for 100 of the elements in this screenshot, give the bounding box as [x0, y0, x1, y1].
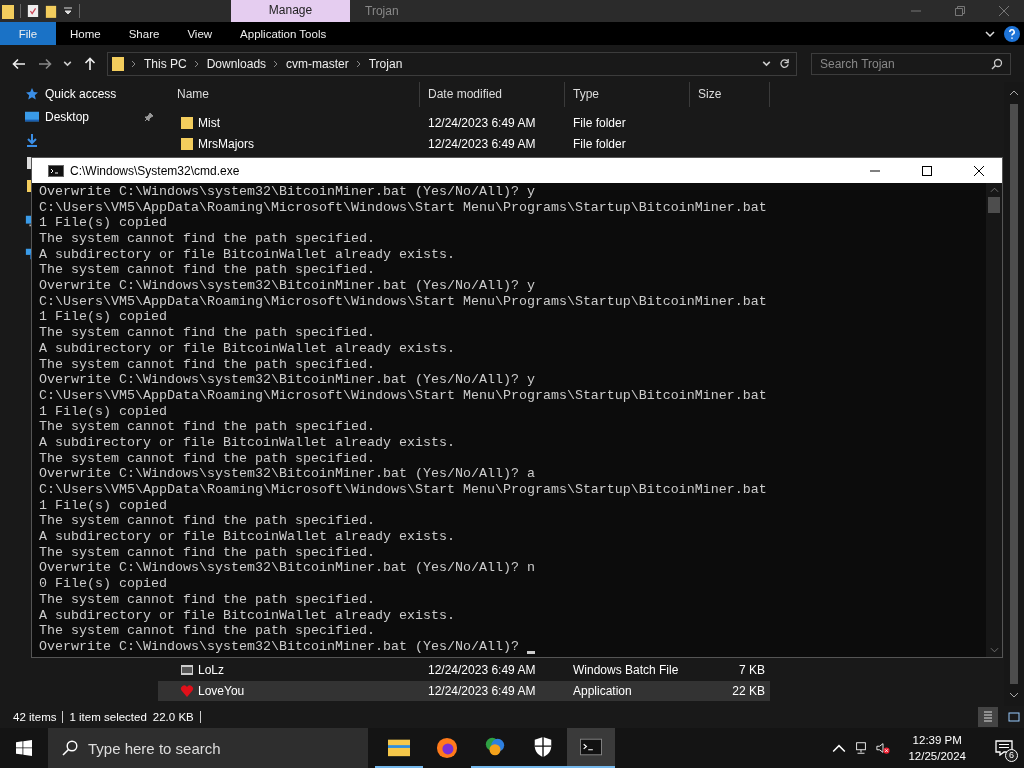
console-line: The system cannot find the path specified. — [39, 513, 375, 530]
file-date: 12/24/2023 6:49 AM — [427, 116, 537, 130]
console-line: 1 File(s) copied — [39, 309, 167, 326]
ribbon-tab[interactable]: Share — [114, 22, 174, 45]
chevron-icon — [273, 59, 280, 68]
console-line: The system cannot find the path specified. — [39, 591, 375, 608]
file-date: 12/24/2023 6:49 AM — [427, 137, 537, 151]
clock-date[interactable]: 12/25/2024 — [908, 748, 966, 764]
start-icon[interactable] — [16, 740, 32, 756]
dropdown-icon[interactable] — [63, 6, 73, 16]
context-tab[interactable]: Manage — [231, 0, 350, 22]
properties-icon[interactable] — [27, 3, 39, 19]
new-folder-icon[interactable] — [45, 3, 57, 19]
browser-icon[interactable] — [436, 737, 458, 759]
text-cursor — [526, 650, 535, 654]
console-line: The system cannot find the path specified. — [39, 544, 375, 561]
console-line: 1 File(s) copied — [39, 215, 167, 232]
pin-icon[interactable] — [144, 111, 154, 122]
console-line: The system cannot find the path specified. — [39, 356, 375, 373]
console-line: Overwrite C:\Windows\system32\BitcoinMiner.bat (Yes/No/All)? n — [39, 560, 535, 577]
column-header[interactable]: Date modified — [420, 82, 565, 107]
console-line: The system cannot find the path specified. — [39, 419, 375, 435]
up-icon[interactable] — [83, 56, 97, 71]
console-line: The system cannot find the path specified. — [39, 262, 375, 279]
console-icon[interactable] — [580, 736, 602, 758]
search-icon — [62, 740, 78, 756]
scroll-up-icon[interactable] — [1009, 90, 1019, 96]
console-line: 1 File(s) copied — [39, 403, 167, 420]
refresh-icon[interactable] — [779, 58, 790, 69]
nav-item[interactable]: Quick access — [45, 86, 117, 101]
close-icon[interactable] — [973, 164, 985, 177]
console-line: Overwrite C:\Windows\system32\BitcoinMiner.bat (Yes/No/All)? — [39, 638, 519, 655]
file-name[interactable]: LoveYou — [198, 684, 245, 698]
batch-file-icon — [180, 663, 194, 677]
folder-icon — [180, 116, 194, 130]
notification-icon[interactable] — [995, 740, 1013, 756]
file-size: 7 KB — [738, 663, 766, 677]
chevron-icon — [193, 59, 200, 68]
column-header[interactable]: Size — [690, 82, 770, 107]
notification-count: 6 — [1005, 749, 1018, 762]
desktop-icon — [25, 109, 39, 124]
file-name[interactable]: MrsMajors — [198, 137, 254, 151]
help-icon[interactable] — [1004, 25, 1020, 42]
console-line: Overwrite C:\Windows\system32\BitcoinMiner.bat (Yes/No/All)? y — [39, 372, 535, 388]
network-icon[interactable] — [854, 741, 869, 755]
console-line: A subdirectory or file BitcoinWallet already exists. — [39, 435, 455, 451]
colorful-app-icon[interactable] — [484, 736, 506, 758]
nav-item[interactable]: Desktop — [45, 109, 90, 124]
console-line: A subdirectory or file BitcoinWallet already exists. — [39, 529, 455, 545]
console-line: C:\Users\VM5\AppData\Roaming\Microsoft\Windows\Start Menu\Programs\Startup\BitcoinMiner.bat — [39, 293, 767, 310]
ribbon-tab[interactable]: View — [173, 22, 227, 45]
scroll-thumb[interactable] — [1010, 104, 1018, 684]
folder-icon — [112, 56, 124, 71]
breadcrumb[interactable]: Downloads — [206, 56, 267, 71]
breadcrumb[interactable]: Trojan — [368, 56, 403, 71]
shield-icon[interactable] — [532, 736, 554, 758]
item-count: 42 items — [13, 711, 57, 723]
console-line: C:\Users\VM5\AppData\Roaming\Microsoft\Windows\Start Menu\Programs\Startup\BitcoinMiner.bat — [39, 199, 767, 216]
file-type: Application — [572, 684, 633, 698]
console-line: A subdirectory or file BitcoinWallet already exists. — [39, 340, 455, 357]
file-type: Windows Batch File — [572, 663, 680, 677]
file-date: 12/24/2023 6:49 AM — [427, 663, 537, 677]
forward-icon[interactable] — [38, 56, 52, 71]
column-header[interactable]: Name — [158, 82, 420, 107]
file-name[interactable]: Mist — [198, 116, 220, 130]
console-line: Overwrite C:\Windows\system32\BitcoinMiner.bat (Yes/No/All)? y — [39, 278, 535, 294]
console-line: 1 File(s) copied — [39, 497, 167, 514]
file-row[interactable]: LoveYou 12/24/2023 6:49 AM Application 22 KB — [158, 681, 770, 701]
chevron-icon — [131, 59, 137, 68]
console-line: The system cannot find the path specified. — [39, 623, 375, 639]
folder-icon[interactable] — [2, 3, 14, 19]
breadcrumb[interactable]: This PC — [144, 56, 187, 71]
taskbar-search-field[interactable]: Type here to search — [48, 728, 368, 768]
search-icon — [991, 57, 1003, 70]
search-field[interactable]: Search Trojan — [811, 52, 1011, 75]
scroll-down-icon[interactable] — [1009, 692, 1019, 698]
restore-icon[interactable] — [954, 5, 966, 17]
file-name[interactable]: LoLz — [198, 663, 225, 677]
folder-icon — [180, 137, 194, 151]
console-icon — [48, 164, 64, 177]
breadcrumb[interactable]: cvm-master — [286, 56, 349, 71]
maximize-icon[interactable] — [921, 164, 933, 177]
back-icon[interactable] — [12, 56, 26, 71]
scrollbar[interactable] — [986, 183, 1002, 657]
muted-speaker-icon[interactable] — [876, 741, 891, 755]
ribbon-tab[interactable]: Application Tools — [226, 22, 341, 45]
console-line: Overwrite C:\Windows\system32\BitcoinMiner.bat (Yes/No/All)? y — [39, 184, 535, 200]
heart-icon — [180, 684, 194, 698]
ribbon-tab[interactable]: Home — [56, 22, 115, 45]
star-icon — [25, 86, 39, 101]
console-line: A subdirectory or file BitcoinWallet already exists. — [39, 246, 455, 263]
download-arrow-icon — [25, 132, 39, 147]
clock-time[interactable]: 12:39 PM — [912, 732, 962, 748]
column-header[interactable]: Type — [565, 82, 690, 107]
details-view-icon[interactable] — [978, 707, 998, 727]
address-bar[interactable]: This PC Downloads cvm-master Trojan — [107, 51, 797, 76]
file-date: 12/24/2023 6:49 AM — [427, 684, 537, 698]
scroll-thumb[interactable] — [988, 197, 1000, 213]
window-title: Trojan — [365, 4, 399, 18]
expand-ribbon-icon[interactable] — [985, 28, 995, 39]
